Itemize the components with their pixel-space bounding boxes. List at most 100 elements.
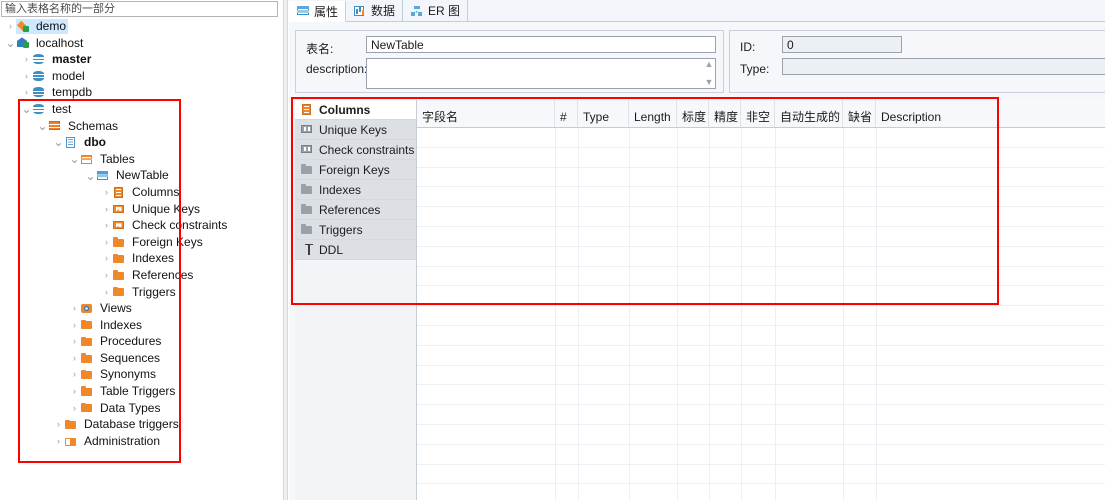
chevron-right-icon[interactable]: › (53, 416, 64, 433)
chevron-right-icon[interactable]: › (21, 68, 32, 85)
tree-item-synonyms[interactable]: › Synonyms (0, 366, 283, 383)
tree-item-content[interactable]: model (32, 69, 87, 84)
chevron-right-icon[interactable]: › (21, 84, 32, 101)
tab-data[interactable]: 数据 (346, 0, 404, 21)
chevron-right-icon[interactable]: › (69, 350, 80, 367)
chevron-right-icon[interactable]: › (69, 333, 80, 350)
grid-row[interactable] (417, 385, 1105, 406)
grid-row[interactable] (417, 325, 1105, 346)
tree-item-schemas[interactable]: ⌄ Schemas (0, 118, 283, 135)
chevron-right-icon[interactable]: › (101, 234, 112, 251)
grid-row[interactable] (417, 266, 1105, 287)
grid-row[interactable] (417, 128, 1105, 148)
tree-item-content[interactable]: Views (80, 301, 134, 316)
tree-item-content[interactable]: Foreign Keys (112, 235, 205, 250)
tree-item-content[interactable]: Indexes (80, 317, 144, 332)
description-scrollbar[interactable]: ▲ ▼ (703, 59, 715, 88)
chevron-right-icon[interactable]: › (101, 250, 112, 267)
tree-item-content[interactable]: test (32, 102, 73, 117)
grid-column-header[interactable]: 非空 (741, 100, 775, 127)
tree-item-content[interactable]: Check constraints (112, 218, 229, 233)
columns-grid[interactable]: 字段名#TypeLength标度精度非空自动生成的缺省Description ▲… (417, 100, 1105, 500)
chevron-right-icon[interactable]: › (69, 317, 80, 334)
chevron-right-icon[interactable]: › (101, 217, 112, 234)
section-item-foreign-keys[interactable]: Foreign Keys (295, 160, 416, 180)
chevron-right-icon[interactable]: › (101, 284, 112, 301)
tree-item-content[interactable]: NewTable (96, 168, 171, 183)
tree-item-content[interactable]: Data Types (80, 400, 162, 415)
tree-item-content[interactable]: Synonyms (80, 367, 158, 382)
grid-row[interactable] (417, 306, 1105, 326)
section-item-ddl[interactable]: DDL (295, 240, 416, 260)
grid-row[interactable] (417, 226, 1105, 247)
tree-item-model[interactable]: › model (0, 68, 283, 85)
section-item-unique-keys[interactable]: Unique Keys (295, 120, 416, 140)
chevron-right-icon[interactable]: › (101, 184, 112, 201)
chevron-down-icon[interactable]: ⌄ (37, 120, 48, 132)
tree-item-tempdb[interactable]: › tempdb (0, 84, 283, 101)
tree-item-table-triggers[interactable]: › Table Triggers (0, 383, 283, 400)
tree-item-procedures[interactable]: › Procedures (0, 333, 283, 350)
chevron-right-icon[interactable]: › (21, 51, 32, 68)
chevron-right-icon[interactable]: › (101, 267, 112, 284)
tree-item-content[interactable]: Procedures (80, 334, 163, 349)
object-section-list[interactable]: Columns Unique Keys Check constraints Forei… (295, 100, 417, 500)
tree-item-content[interactable]: master (32, 52, 93, 67)
grid-column-header[interactable]: 自动生成的 (775, 100, 843, 127)
tree-item-master[interactable]: › master (0, 51, 283, 68)
tree-item-views[interactable]: › Views (0, 300, 283, 317)
grid-row[interactable] (417, 187, 1105, 208)
section-item-references[interactable]: References (295, 200, 416, 220)
tree-item-check-constraints[interactable]: › Check constraints (0, 217, 283, 234)
grid-row[interactable] (417, 147, 1105, 168)
tree-item-unique-keys[interactable]: › Unique Keys (0, 201, 283, 218)
tree-item-references[interactable]: › References (0, 267, 283, 284)
panel-splitter[interactable] (283, 0, 288, 500)
grid-row[interactable] (417, 405, 1105, 425)
table-name-input[interactable] (366, 36, 716, 53)
tree-item-content[interactable]: tempdb (32, 85, 94, 100)
grid-column-header[interactable]: # (555, 100, 578, 127)
tree-item-administration[interactable]: › Administration (0, 433, 283, 450)
tree-item-content[interactable]: Database triggers (64, 417, 181, 432)
grid-row[interactable] (417, 424, 1105, 445)
tree-item-localhost[interactable]: ⌄ localhost (0, 35, 283, 52)
chevron-right-icon[interactable]: › (69, 300, 80, 317)
tree-item-content[interactable]: dbo (64, 135, 108, 150)
grid-row[interactable] (417, 464, 1105, 485)
grid-column-header[interactable]: 缺省 (843, 100, 876, 127)
chevron-right-icon[interactable]: › (69, 366, 80, 383)
tree-item-content[interactable]: Administration (64, 434, 162, 449)
tree-item-demo[interactable]: › demo (0, 18, 283, 35)
tree-item-content[interactable]: localhost (16, 35, 85, 50)
chevron-down-icon[interactable]: ⌄ (85, 170, 96, 182)
search-input[interactable] (1, 1, 278, 17)
section-item-check-constraints[interactable]: Check constraints (295, 140, 416, 160)
grid-row[interactable] (417, 444, 1105, 465)
grid-column-header[interactable]: Type (578, 100, 629, 127)
chevron-right-icon[interactable]: › (5, 18, 16, 35)
tree-item-indexes[interactable]: › Indexes (0, 317, 283, 334)
grid-row[interactable] (417, 167, 1105, 188)
section-item-columns[interactable]: Columns (295, 100, 416, 120)
grid-row[interactable] (417, 345, 1105, 366)
tree-item-dbo[interactable]: ⌄ dbo (0, 134, 283, 151)
scroll-down-icon[interactable]: ▼ (705, 78, 714, 87)
columns-grid-body[interactable] (417, 128, 1105, 500)
grid-column-header[interactable]: Description (876, 100, 1105, 127)
chevron-right-icon[interactable]: › (69, 383, 80, 400)
tree-item-content[interactable]: Sequences (80, 351, 162, 366)
chevron-down-icon[interactable]: ⌄ (5, 37, 16, 49)
tree-item-indexes[interactable]: › Indexes (0, 250, 283, 267)
chevron-right-icon[interactable]: › (101, 201, 112, 218)
grid-row[interactable] (417, 246, 1105, 267)
description-textarea[interactable] (366, 58, 716, 89)
tree-item-content[interactable]: Columns (112, 185, 181, 200)
tree-item-content[interactable]: Indexes (112, 251, 176, 266)
grid-column-header[interactable]: 精度 (709, 100, 741, 127)
tree-item-content[interactable]: References (112, 268, 195, 283)
tree-item-tables[interactable]: ⌄ Tables (0, 151, 283, 168)
tab-er-diagram[interactable]: ER 图 (403, 0, 469, 21)
database-tree[interactable]: › demo ⌄ localhost › master › model › tempdb ⌄ test… (0, 18, 283, 500)
chevron-down-icon[interactable]: ⌄ (69, 153, 80, 165)
